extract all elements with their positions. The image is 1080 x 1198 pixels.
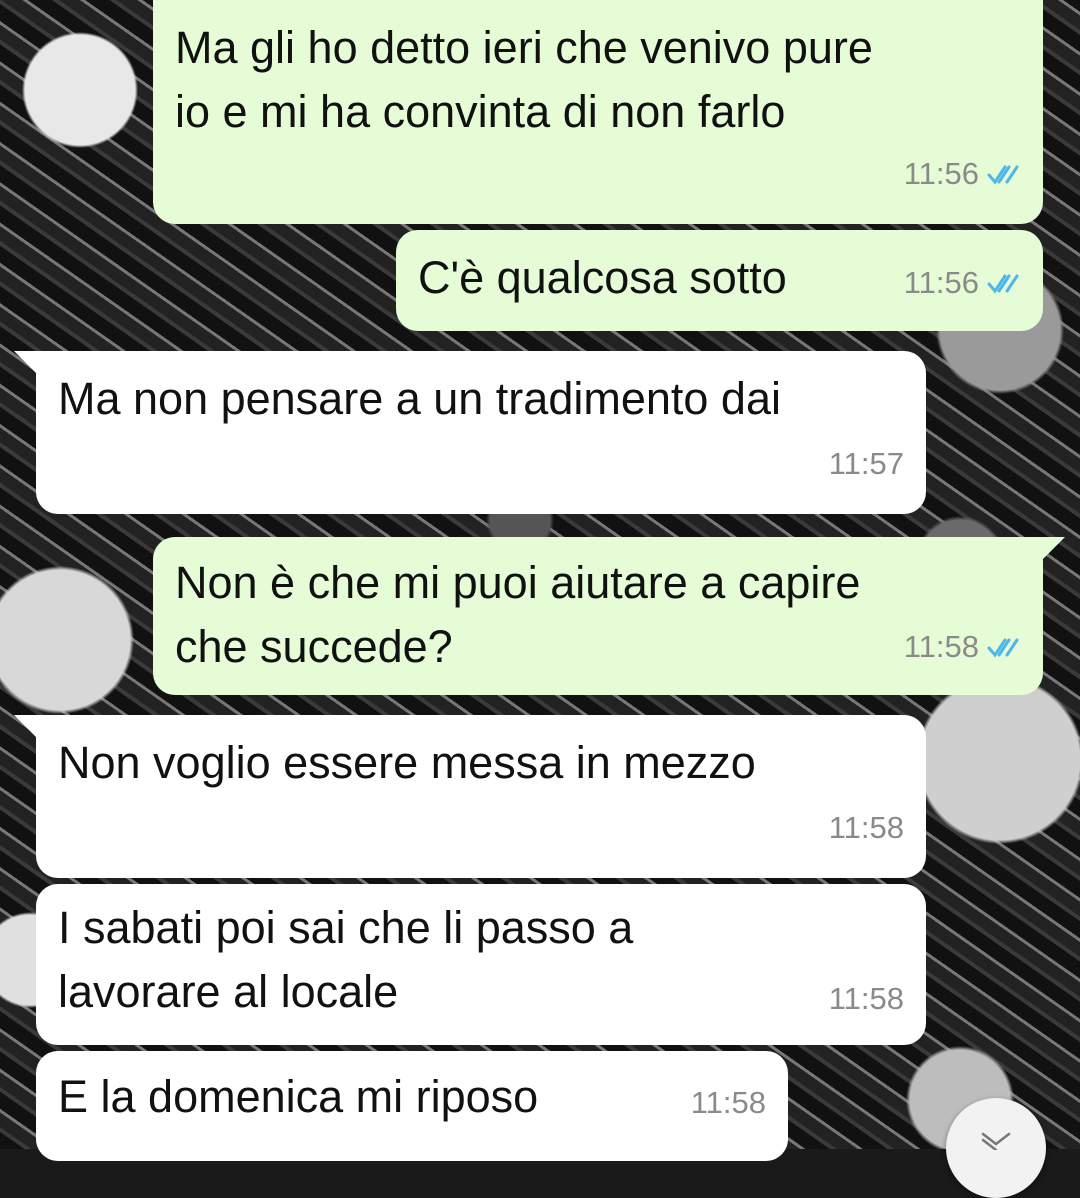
message-meta: 11:58 <box>691 1071 766 1135</box>
message-line: Ma non pensare a un tradimento dai <box>58 373 781 424</box>
message-line: Ma gli ho detto ieri che venivo pure <box>175 22 873 73</box>
message-bubble-outgoing[interactable]: C'è qualcosa sotto 11:56 <box>396 230 1043 331</box>
message-line: io e mi ha convinta di non farlo <box>175 86 786 137</box>
message-line: E la domenica mi riposo <box>58 1071 539 1122</box>
message-time: 11:56 <box>903 156 979 191</box>
message-time: 11:56 <box>903 265 979 300</box>
bubble-tail <box>14 351 36 373</box>
message-meta: 11:58 <box>829 967 904 1031</box>
message-bubble-incoming[interactable]: I sabati poi sai che li passo a lavorare… <box>36 884 926 1045</box>
message-meta: 11:56 <box>904 251 1021 315</box>
chevron-down-icon <box>981 1132 1011 1150</box>
double-check-icon <box>987 165 1019 185</box>
message-bubble-outgoing[interactable]: Ma gli ho detto ieri che venivo pure io … <box>153 0 1043 224</box>
bubble-tail <box>1043 537 1065 559</box>
message-line: I sabati poi sai che li passo a <box>58 902 634 953</box>
message-time: 11:57 <box>828 446 904 481</box>
message-time: 11:58 <box>828 981 904 1016</box>
double-check-icon <box>987 274 1019 294</box>
message-text: Non voglio essere messa in mezzo <box>58 731 756 795</box>
message-bubble-outgoing[interactable]: Non è che mi puoi aiutare a capire che s… <box>153 537 1065 695</box>
double-check-icon <box>987 638 1019 658</box>
message-line: che succede? <box>175 621 453 672</box>
message-line: Non voglio essere messa in mezzo <box>58 737 756 788</box>
message-meta: 11:57 <box>829 432 904 496</box>
message-time: 11:58 <box>903 629 979 664</box>
bubble-tail <box>14 715 36 737</box>
message-time: 11:58 <box>690 1085 766 1120</box>
message-bubble-incoming[interactable]: Ma non pensare a un tradimento dai 11:57 <box>14 351 926 514</box>
message-text: Ma non pensare a un tradimento dai <box>58 367 781 431</box>
message-text: Ma gli ho detto ieri che venivo pure io … <box>175 16 873 144</box>
message-time: 11:58 <box>828 810 904 845</box>
message-meta: 11:58 <box>904 615 1021 679</box>
message-line: lavorare al locale <box>58 966 399 1017</box>
scroll-to-bottom-button[interactable] <box>946 1098 1046 1198</box>
message-meta: 11:58 <box>829 796 904 860</box>
message-meta: 11:56 <box>904 142 1021 206</box>
message-line: C'è qualcosa sotto <box>418 252 787 303</box>
message-text: Non è che mi puoi aiutare a capire che s… <box>175 551 860 679</box>
message-line: Non è che mi puoi aiutare a capire <box>175 557 861 608</box>
message-text: C'è qualcosa sotto <box>418 246 787 310</box>
message-text: E la domenica mi riposo <box>58 1065 538 1129</box>
message-bubble-incoming[interactable]: Non voglio essere messa in mezzo 11:58 <box>14 715 926 878</box>
message-bubble-incoming[interactable]: E la domenica mi riposo 11:58 <box>36 1051 788 1161</box>
message-text: I sabati poi sai che li passo a lavorare… <box>58 896 633 1024</box>
